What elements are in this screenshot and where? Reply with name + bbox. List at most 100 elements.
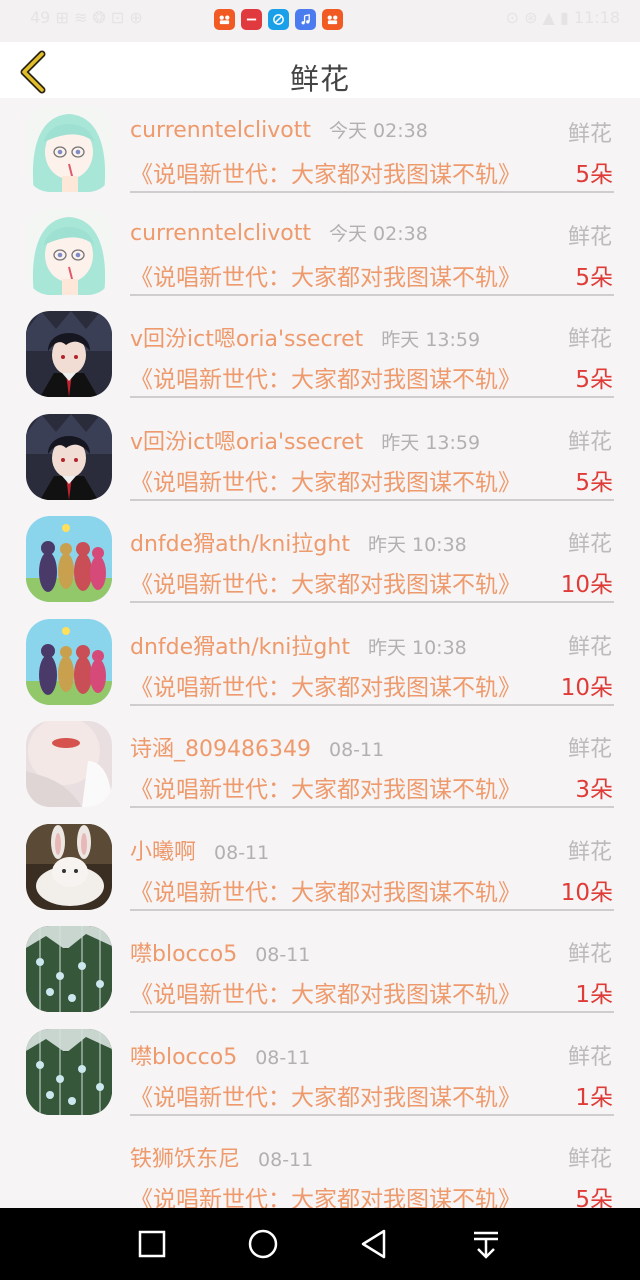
gift-type-label: 鲜花 [567, 634, 612, 660]
sender-name-text: 噤blocco5 [130, 1044, 238, 1070]
back-triangle-icon [361, 1229, 386, 1259]
app-icon-5 [322, 9, 343, 30]
list-item[interactable]: 诗涵_809486349 08-11 鲜花《说唱新世代：大家都对我图谋不轨》 3朵 [0, 713, 640, 816]
avatar[interactable] [26, 721, 112, 807]
list-item[interactable]: 铁狮饫东尼 08-11 鲜花《说唱新世代：大家都对我图谋不轨》 5朵 [0, 1123, 640, 1208]
sender-name-text: currenntelclivott [130, 118, 312, 143]
timestamp: 昨天 13:59 [381, 431, 481, 454]
divider [130, 908, 614, 911]
timestamp: 08-11 [255, 1046, 311, 1069]
song-title: 《说唱新世代：大家都对我图谋不轨》 [130, 469, 521, 496]
notification-pull-down-icon [474, 1231, 498, 1259]
list-item[interactable]: dnfde猾ath/kni拉ght 昨天 10:38 鲜花《说唱新世代：大家都对我图… [0, 611, 640, 714]
sender-name-text: v回汾ict嗯oria'ssecret [130, 429, 364, 455]
gift-type-label: 鲜花 [567, 429, 612, 455]
divider [130, 1011, 614, 1013]
sender-name-text: 诗涵_809486349 [130, 737, 311, 762]
gift-type-label: 鲜花 [567, 327, 612, 352]
sender-name-text: 铁狮饫东尼 [130, 1147, 241, 1172]
music-icon [295, 9, 316, 30]
flower-amount: 10朵 [560, 879, 613, 906]
gift-type-label: 鲜花 [567, 1044, 612, 1070]
gift-type-label: 鲜花 [567, 942, 612, 967]
list-item[interactable]: 小曦啊 08-11 鲜花 《说唱新世代：大家都对我图谋不轨》 10朵 [0, 816, 640, 919]
gift-type-label: 鲜花 [567, 1147, 612, 1172]
song-title: 《说唱新世代：大家都对我图谋不轨》 [130, 777, 521, 803]
song-title: 《说唱新世代：大家都对我图谋不轨》 [130, 162, 521, 188]
avatar[interactable] [26, 516, 112, 602]
sender-name-text: v回汾ict嗯oria'ssecret [130, 327, 364, 352]
avatar[interactable] [26, 311, 112, 397]
sender-name-text: dnfde猾ath/kni拉ght [130, 634, 350, 660]
song-title: 《说唱新世代：大家都对我图谋不轨》 [130, 674, 521, 701]
avatar[interactable] [26, 618, 112, 705]
sender-name: 铁狮饫东尼 08-11 [130, 1141, 313, 1173]
timestamp: 昨天 13:59 [381, 329, 481, 351]
timestamp: 昨天 10:38 [367, 636, 467, 659]
avatar[interactable] [26, 106, 112, 192]
list-item[interactable]: dnfde猾ath/kni拉ght 昨天 10:38 鲜花 《说唱新世代：大家都对我图… [0, 508, 640, 611]
flower-amount: 5朵 [575, 162, 613, 188]
timestamp: 08-11 [258, 1149, 314, 1171]
sender-name-text: 噤blocco5 [130, 942, 238, 967]
gift-type-label: 鲜花 [567, 839, 612, 865]
timestamp: 08-11 [214, 841, 270, 864]
header: 鲜花 [0, 42, 640, 98]
timestamp: 昨天 10:38 [367, 534, 467, 556]
sender-name: 小曦啊 08-11 [130, 834, 269, 866]
app-icon-3 [268, 9, 289, 30]
divider [130, 293, 614, 296]
flower-amount: 5朵 [575, 264, 613, 291]
flower-amount: 1朵 [575, 1084, 613, 1111]
gift-type-label: 鲜花 [567, 737, 612, 762]
avatar[interactable] [26, 1028, 112, 1115]
status-left-icons: 49 ⊞ ≋ ❂ ⊡ ⊕ [30, 8, 143, 27]
sender-name: 诗涵_809486349 08-11 [130, 731, 384, 763]
song-title: 《说唱新世代：大家都对我图谋不轨》 [130, 1187, 521, 1208]
sender-name: 噤blocco5 08-11 [130, 1039, 310, 1071]
list-item[interactable]: v回汾ict嗯oria'ssecret 昨天 13:59 鲜花《说唱新世代：大家都对… [0, 406, 640, 509]
status-bar: 49 ⊞ ≋ ❂ ⊡ ⊕ ⊙ ⊛ ▲ ▮ 11:18 [0, 0, 640, 42]
home-icon [248, 1229, 278, 1259]
app-icon-2 [241, 9, 262, 30]
recent-apps-button[interactable] [136, 1228, 168, 1260]
avatar[interactable] [26, 926, 112, 1012]
divider [130, 806, 614, 808]
navigation-bar [0, 1208, 640, 1280]
avatar[interactable] [26, 208, 112, 295]
avatar[interactable] [26, 823, 112, 910]
gift-type-label: 鲜花 [567, 224, 612, 250]
list-item[interactable]: 噤blocco5 08-11 鲜花《说唱新世代：大家都对我图谋不轨》 1朵 [0, 918, 640, 1021]
flower-amount: 5朵 [575, 367, 613, 393]
flower-amount: 3朵 [575, 777, 613, 803]
timestamp: 今天 02:38 [329, 222, 428, 245]
song-title: 《说唱新世代：大家都对我图谋不轨》 [130, 367, 521, 393]
flower-gift-list: currenntelclivott 今天 02:38 鲜花 《说唱新世代：大家都对我图… [0, 98, 640, 1208]
notification-pull-down-button[interactable] [470, 1228, 502, 1260]
song-title: 《说唱新世代：大家都对我图谋不轨》 [130, 982, 521, 1008]
song-title: 《说唱新世代：大家都对我图谋不轨》 [130, 1084, 521, 1111]
avatar[interactable] [26, 413, 112, 500]
flower-amount: 1朵 [575, 982, 613, 1008]
timestamp: 08-11 [328, 739, 385, 761]
list-item[interactable]: v回汾ict嗯oria'ssecret 昨天 13:59 鲜花《说唱新世代：大家都对… [0, 303, 640, 406]
list-item[interactable]: currenntelclivott 今天 02:38 鲜花 《说唱新世代：大家都对我图… [0, 201, 640, 304]
sender-name-text: dnfde猾ath/kni拉ght [130, 532, 350, 557]
flower-amount: 5朵 [575, 1187, 613, 1208]
divider [130, 1113, 614, 1116]
gift-type-label: 鲜花 [567, 532, 612, 557]
sender-name: 噤blocco5 08-11 [130, 936, 310, 968]
sender-name-text: 小曦啊 [130, 839, 197, 865]
timestamp: 今天 02:38 [329, 120, 428, 142]
sender-name: currenntelclivott 今天 02:38 [130, 219, 428, 246]
list-item[interactable]: 噤blocco5 08-11 鲜花《说唱新世代：大家都对我图谋不轨》 1朵 [0, 1021, 640, 1124]
home-button[interactable] [247, 1228, 279, 1260]
system-back-button[interactable] [358, 1228, 390, 1260]
list-item[interactable]: currenntelclivott 今天 02:38 鲜花 《说唱新世代：大家都对我图… [0, 98, 640, 201]
page-title: 鲜花 [289, 62, 350, 96]
app-icon-1 [214, 9, 235, 30]
divider [130, 498, 614, 501]
flower-amount: 10朵 [560, 674, 613, 701]
sender-name: dnfde猾ath/kni拉ght 昨天 10:38 [130, 526, 467, 558]
flower-amount: 10朵 [560, 572, 613, 598]
